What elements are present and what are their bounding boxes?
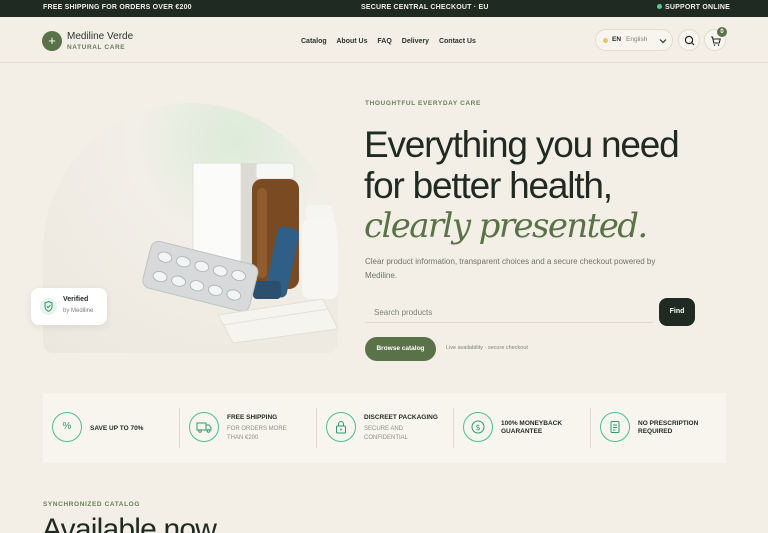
search-icon	[684, 35, 695, 46]
feature-title-line-1: NO PRESCRIPTION	[638, 420, 699, 427]
hero-description: Clear product information, transparent c…	[365, 257, 656, 280]
hero-title-line-1: Everything you need	[364, 124, 680, 165]
feature-title: DISCREET PACKAGING	[364, 414, 438, 421]
find-button[interactable]: Find	[659, 298, 695, 326]
nav-faq[interactable]: FAQ	[377, 38, 391, 45]
nav-catalog[interactable]: Catalog	[301, 38, 327, 45]
feature-subtitle-line-1: FOR ORDERS MORE	[227, 426, 287, 432]
availability-note: Live availability · secure checkout	[446, 345, 528, 351]
feature-moneyback: $ 100% MONEYBACK GUARANTEE	[454, 393, 590, 463]
feature-title: SAVE UP TO 70%	[90, 425, 144, 432]
nav-contact-us[interactable]: Contact Us	[439, 38, 476, 45]
hero-title: Everything you need for better health, c…	[364, 124, 680, 246]
support-status[interactable]: SUPPORT ONLINE	[657, 4, 730, 11]
feature-title: FREE SHIPPING	[227, 414, 278, 421]
language-flag-icon	[603, 38, 608, 43]
lock-icon	[326, 412, 356, 442]
announcement-bar: FREE SHIPPING FOR ORDERS OVER €200 SECUR…	[0, 0, 768, 17]
search-button[interactable]	[678, 29, 700, 51]
prescription-icon	[600, 412, 630, 442]
features-strip: % SAVE UP TO 70% FREE SHIPPING FOR ORDER…	[43, 393, 726, 463]
language-name: English	[626, 36, 648, 43]
language-code: EN	[612, 36, 622, 43]
verified-title: Verified	[63, 296, 89, 303]
logo-cross-icon[interactable]: +	[42, 31, 62, 51]
brand-name[interactable]: Mediline Verde	[67, 31, 133, 42]
catalog-eyebrow: SYNCHRONIZED CATALOG	[43, 501, 140, 508]
hero-title-line-2: for better health,	[364, 165, 613, 206]
site-header: + Mediline Verde NATURAL CARE Catalog Ab…	[0, 17, 768, 63]
verified-badge: Verified by Mediline	[31, 288, 107, 325]
feature-title-line-2: GUARANTEE	[501, 428, 543, 435]
hero-eyebrow: THOUGHTFUL EVERYDAY CARE	[365, 100, 481, 107]
shield-check-icon	[40, 298, 57, 315]
verified-subtitle: by Mediline	[63, 308, 94, 314]
nav-delivery[interactable]: Delivery	[402, 38, 429, 45]
catalog-title: Available now	[42, 513, 217, 533]
feature-savings: % SAVE UP TO 70%	[43, 393, 179, 463]
feature-shipping: FREE SHIPPING FOR ORDERS MORE THAN €200	[180, 393, 316, 463]
svg-text:$: $	[475, 423, 480, 432]
hero-title-line-3: clearly presented.	[364, 206, 648, 246]
brand-tagline: NATURAL CARE	[67, 44, 126, 51]
money-back-icon: $	[463, 412, 493, 442]
language-selector[interactable]: EN English	[595, 29, 673, 51]
nav-about-us[interactable]: About Us	[336, 38, 367, 45]
feature-title-line-1: 100% MONEYBACK	[501, 420, 563, 427]
product-search-input[interactable]: Search products	[365, 303, 653, 323]
chevron-down-icon	[659, 39, 667, 44]
feature-packaging: DISCREET PACKAGING SECURE AND CONFIDENTI…	[317, 393, 453, 463]
percent-icon: %	[52, 412, 82, 442]
cart-count-badge: 0	[717, 27, 727, 37]
free-shipping-notice: FREE SHIPPING FOR ORDERS OVER €200	[43, 4, 192, 11]
secure-checkout-notice: SECURE CENTRAL CHECKOUT · EU	[361, 4, 489, 11]
feature-title-line-2: REQUIRED	[638, 428, 673, 435]
feature-subtitle-line-1: SECURE AND	[364, 426, 404, 432]
feature-subtitle-line-2: CONFIDENTIAL	[364, 435, 409, 441]
feature-subtitle-line-2: THAN €200	[227, 435, 259, 441]
truck-icon	[189, 412, 219, 442]
main-nav: Catalog About Us FAQ Delivery Contact Us	[301, 38, 484, 45]
feature-prescription: NO PRESCRIPTION REQUIRED	[591, 393, 726, 463]
browse-catalog-button[interactable]: Browse catalog	[365, 337, 436, 361]
support-label: SUPPORT ONLINE	[665, 4, 731, 11]
online-dot-icon	[657, 4, 662, 9]
